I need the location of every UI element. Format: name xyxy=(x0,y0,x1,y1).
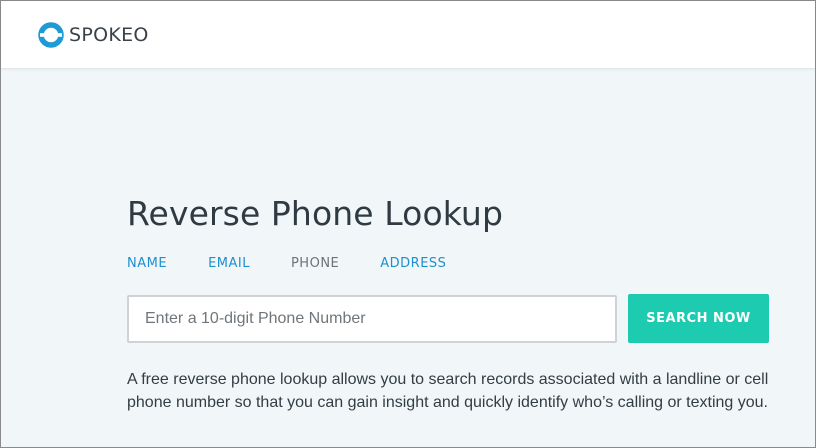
brand-name: SPOKEO xyxy=(69,24,149,46)
site-header: SPOKEO xyxy=(1,1,815,69)
tab-name[interactable]: NAME xyxy=(127,255,167,273)
spokeo-ring-icon xyxy=(38,22,64,48)
search-type-tabs: NAME EMAIL PHONE ADDRESS xyxy=(127,255,487,273)
page-title: Reverse Phone Lookup xyxy=(127,194,503,233)
search-now-button[interactable]: SEARCH NOW xyxy=(628,294,769,343)
spokeo-logo[interactable]: SPOKEO xyxy=(38,22,149,48)
phone-number-input[interactable] xyxy=(127,295,617,343)
description-text: A free reverse phone lookup allows you t… xyxy=(127,371,769,411)
tab-address[interactable]: ADDRESS xyxy=(380,255,446,273)
search-section: Reverse Phone Lookup NAME EMAIL PHONE AD… xyxy=(127,69,787,447)
tab-email[interactable]: EMAIL xyxy=(208,255,250,273)
tab-phone[interactable]: PHONE xyxy=(291,255,339,273)
